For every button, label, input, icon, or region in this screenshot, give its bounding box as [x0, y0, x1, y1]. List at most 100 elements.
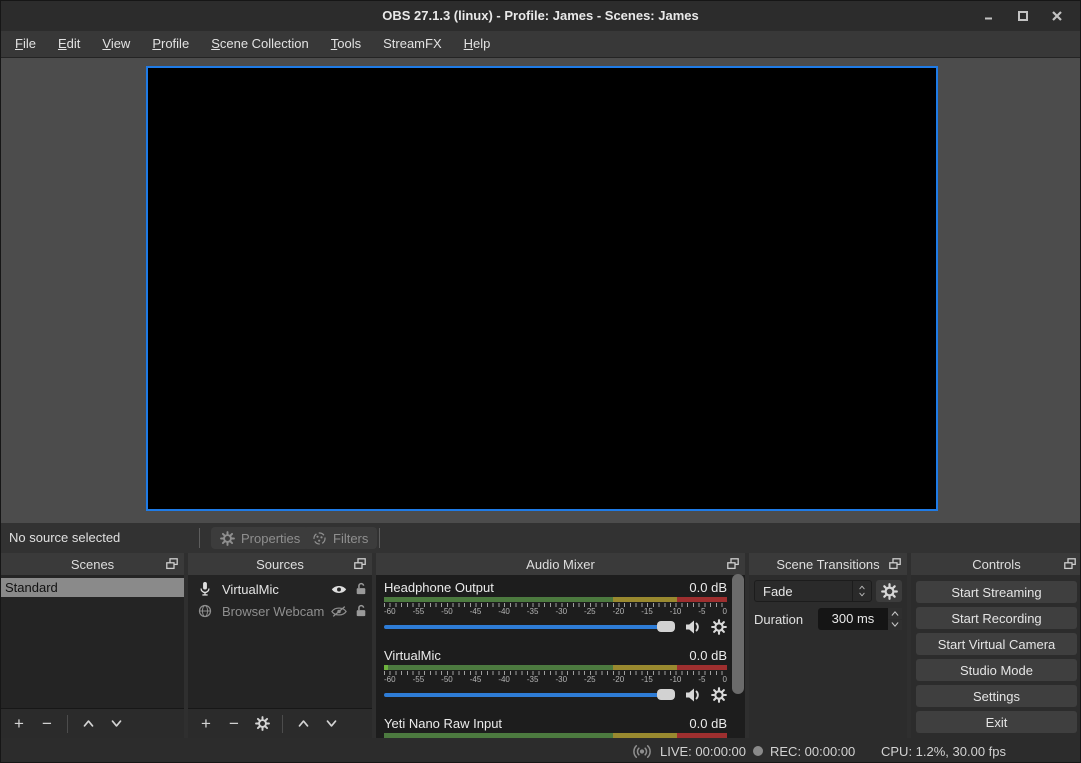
menu-file[interactable]: File: [4, 31, 47, 57]
transition-select[interactable]: Fade: [754, 580, 872, 602]
source-name: Browser Webcam: [222, 604, 330, 619]
record-dot-icon: [753, 746, 763, 756]
start-streaming-button[interactable]: Start Streaming: [916, 581, 1077, 603]
scenes-panel-title: Scenes: [71, 557, 114, 572]
add-scene-button[interactable]: +: [7, 712, 31, 736]
filters-icon: [312, 531, 327, 546]
close-button[interactable]: [1040, 1, 1074, 31]
audio-mixer-content: Headphone Output 0.0 dB -60-55-50-45-40-…: [376, 575, 745, 738]
volume-meter: [384, 665, 727, 670]
menu-tools[interactable]: Tools: [320, 31, 372, 57]
remove-scene-button[interactable]: −: [35, 712, 59, 736]
channel-level-db: 0.0 dB: [689, 580, 727, 596]
move-source-up-button[interactable]: [291, 712, 315, 736]
settings-button[interactable]: Settings: [916, 685, 1077, 707]
speaker-mute-icon[interactable]: [684, 687, 702, 703]
move-scene-down-button[interactable]: [104, 712, 128, 736]
properties-button-label: Properties: [241, 531, 300, 546]
menu-scene-collection[interactable]: Scene Collection: [200, 31, 320, 57]
scene-transitions-content: Fade Duration 300 ms: [749, 575, 907, 738]
scene-transitions-header: Scene Transitions: [749, 553, 907, 575]
volume-meter: [384, 597, 727, 602]
start-virtual-camera-button[interactable]: Start Virtual Camera: [916, 633, 1077, 655]
scenes-panel: Scenes Standard + −: [1, 553, 184, 738]
filters-button[interactable]: Filters: [303, 527, 377, 549]
globe-icon: [196, 604, 214, 618]
sources-panel-header: Sources: [188, 553, 372, 575]
duration-spinbox[interactable]: 300 ms: [818, 608, 902, 630]
duration-increment-button[interactable]: [888, 608, 902, 619]
obs-main-window: OBS 27.1.3 (linux) - Profile: James - Sc…: [0, 0, 1081, 763]
menu-profile[interactable]: Profile: [141, 31, 200, 57]
source-properties-gear-icon[interactable]: [250, 712, 274, 736]
dock-area: Scenes Standard + − Sources: [1, 553, 1080, 738]
toolbar-separator: [379, 528, 380, 548]
scene-transitions-panel: Scene Transitions Fade: [749, 553, 907, 738]
transition-selected-value: Fade: [755, 584, 852, 599]
properties-button[interactable]: Properties: [211, 527, 309, 549]
maximize-button[interactable]: [1006, 1, 1040, 31]
controls-title: Controls: [972, 557, 1020, 572]
scenes-toolbar: + −: [1, 708, 184, 738]
toolbar-separator: [199, 528, 200, 548]
visibility-eye-icon[interactable]: [330, 584, 348, 595]
cpu-fps-text: CPU: 1.2%, 30.00 fps: [881, 744, 1006, 759]
duration-decrement-button[interactable]: [888, 620, 902, 631]
transition-properties-gear-icon[interactable]: [876, 580, 902, 602]
remove-source-button[interactable]: −: [222, 712, 246, 736]
volume-slider[interactable]: [384, 625, 675, 629]
popout-dock-icon: [887, 556, 903, 572]
rec-timer: REC: 00:00:00: [770, 744, 855, 759]
duration-value[interactable]: 300 ms: [818, 608, 888, 630]
exit-button[interactable]: Exit: [916, 711, 1077, 733]
channel-level-db: 0.0 dB: [689, 648, 727, 664]
sources-list: VirtualMic Browser Webcam: [188, 575, 372, 708]
studio-mode-button[interactable]: Studio Mode: [916, 659, 1077, 681]
volume-slider[interactable]: [384, 693, 675, 697]
lock-open-icon[interactable]: [354, 582, 368, 596]
duration-label: Duration: [754, 612, 803, 627]
status-bar: LIVE: 00:00:00 REC: 00:00:00 CPU: 1.2%, …: [1, 738, 1080, 763]
combo-updown-icon: [852, 581, 871, 601]
cpu-fps-status: CPU: 1.2%, 30.00 fps: [881, 738, 1006, 763]
start-recording-button[interactable]: Start Recording: [916, 607, 1077, 629]
volume-slider-handle[interactable]: [657, 689, 675, 700]
mixer-scrollbar[interactable]: [732, 574, 744, 694]
volume-slider-handle[interactable]: [657, 621, 675, 632]
channel-level-db: 0.0 dB: [689, 716, 727, 732]
popout-dock-icon: [164, 556, 180, 572]
meter-scale: -60-55-50-45-40-35-30-25-20-15-10-50: [384, 675, 727, 684]
channel-settings-gear-icon[interactable]: [711, 687, 727, 703]
menu-edit[interactable]: Edit: [47, 31, 91, 57]
popout-dock-icon: [352, 556, 368, 572]
lock-open-icon[interactable]: [354, 604, 368, 618]
toolbar-separator: [67, 715, 68, 733]
minimize-button[interactable]: [972, 1, 1006, 31]
speaker-mute-icon[interactable]: [684, 619, 702, 635]
filters-button-label: Filters: [333, 531, 368, 546]
source-item-virtualmic[interactable]: VirtualMic: [188, 578, 372, 600]
menu-streamfx[interactable]: StreamFX: [372, 31, 453, 57]
scene-item-standard[interactable]: Standard: [1, 578, 184, 597]
window-title: OBS 27.1.3 (linux) - Profile: James - Sc…: [1, 1, 1080, 31]
add-source-button[interactable]: +: [194, 712, 218, 736]
menu-help[interactable]: Help: [453, 31, 502, 57]
scenes-panel-header: Scenes: [1, 553, 184, 575]
channel-name: Yeti Nano Raw Input: [384, 716, 502, 732]
window-controls: [972, 1, 1074, 31]
scenes-list: Standard: [1, 575, 184, 708]
program-preview-canvas[interactable]: [146, 66, 938, 511]
sources-panel-title: Sources: [256, 557, 304, 572]
popout-dock-icon: [725, 556, 741, 572]
meter-scale: -60-55-50-45-40-35-30-25-20-15-10-50: [384, 607, 727, 616]
source-item-browser-webcam[interactable]: Browser Webcam: [188, 600, 372, 622]
live-status: LIVE: 00:00:00: [631, 738, 746, 763]
broadcast-icon: [631, 744, 653, 759]
move-scene-up-button[interactable]: [76, 712, 100, 736]
sources-toolbar: + −: [188, 708, 372, 738]
menu-view[interactable]: View: [91, 31, 141, 57]
channel-settings-gear-icon[interactable]: [711, 619, 727, 635]
source-toolbar: No source selected Properties Filters: [1, 523, 1080, 553]
visibility-eye-off-icon[interactable]: [330, 606, 348, 617]
move-source-down-button[interactable]: [319, 712, 343, 736]
